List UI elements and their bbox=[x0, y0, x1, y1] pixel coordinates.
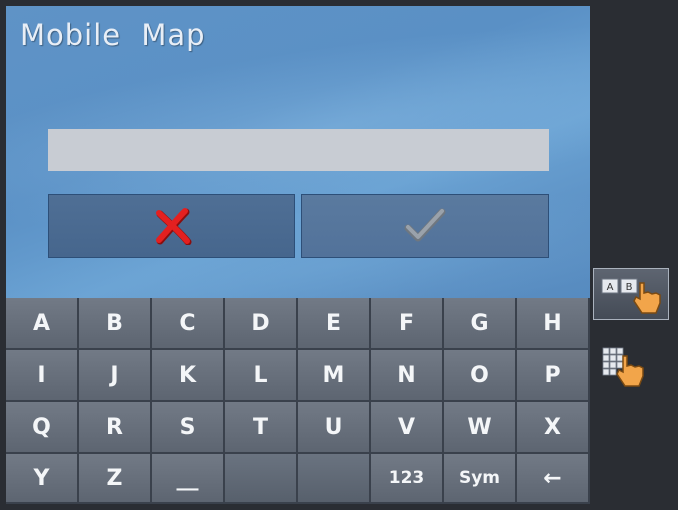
key-u[interactable]: U bbox=[298, 402, 371, 454]
app-title: Mobile Map bbox=[20, 18, 206, 52]
key-k[interactable]: K bbox=[152, 350, 225, 402]
keypad-grid-icon bbox=[602, 347, 644, 387]
hand-pointer-icon: A B bbox=[601, 278, 661, 314]
on-screen-keyboard: A B C D E F G H I J K L M N O P Q R S T U V W X Y Z __ 123 Sym ← bbox=[6, 298, 590, 504]
key-b[interactable]: B bbox=[79, 298, 152, 350]
key-n[interactable]: N bbox=[371, 350, 444, 402]
key-blank bbox=[225, 454, 298, 504]
cross-icon bbox=[155, 208, 191, 245]
alphabet-keyboard-mode-button[interactable]: A B bbox=[593, 268, 669, 320]
key-blank bbox=[298, 454, 371, 504]
key-a[interactable]: A bbox=[6, 298, 79, 350]
key-l[interactable]: L bbox=[225, 350, 298, 402]
key-o[interactable]: O bbox=[444, 350, 517, 402]
key-q[interactable]: Q bbox=[6, 402, 79, 454]
main-panel: Mobile Map A B C D E F G H I J K L M N O P Q R S T U V W X Y Z __ 1… bbox=[6, 6, 590, 504]
key-c[interactable]: C bbox=[152, 298, 225, 350]
key-j[interactable]: J bbox=[79, 350, 152, 402]
abc-mode-label-a: A bbox=[607, 282, 614, 293]
key-p[interactable]: P bbox=[517, 350, 590, 402]
key-y[interactable]: Y bbox=[6, 454, 79, 504]
key-i[interactable]: I bbox=[6, 350, 79, 402]
key-e[interactable]: E bbox=[298, 298, 371, 350]
key-backspace[interactable]: ← bbox=[517, 454, 590, 504]
check-icon bbox=[404, 208, 446, 242]
confirm-button[interactable] bbox=[301, 194, 549, 258]
key-symbol-mode[interactable]: Sym bbox=[444, 454, 517, 504]
key-d[interactable]: D bbox=[225, 298, 298, 350]
key-v[interactable]: V bbox=[371, 402, 444, 454]
abc-mode-label-b: B bbox=[626, 282, 633, 293]
screen: Mobile Map A B C D E F G H I J K L M N O P Q R S T U V W X Y Z __ 1… bbox=[0, 0, 678, 510]
key-w[interactable]: W bbox=[444, 402, 517, 454]
side-panel: A B bbox=[590, 0, 678, 510]
key-f[interactable]: F bbox=[371, 298, 444, 350]
key-h[interactable]: H bbox=[517, 298, 590, 350]
keypad-keyboard-mode-button[interactable] bbox=[593, 340, 669, 392]
key-numeric-mode[interactable]: 123 bbox=[371, 454, 444, 504]
key-t[interactable]: T bbox=[225, 402, 298, 454]
key-space[interactable]: __ bbox=[152, 454, 225, 504]
key-s[interactable]: S bbox=[152, 402, 225, 454]
key-x[interactable]: X bbox=[517, 402, 590, 454]
search-input[interactable] bbox=[48, 129, 549, 171]
key-z[interactable]: Z bbox=[79, 454, 152, 504]
key-m[interactable]: M bbox=[298, 350, 371, 402]
cancel-button[interactable] bbox=[48, 194, 295, 258]
key-r[interactable]: R bbox=[79, 402, 152, 454]
key-g[interactable]: G bbox=[444, 298, 517, 350]
